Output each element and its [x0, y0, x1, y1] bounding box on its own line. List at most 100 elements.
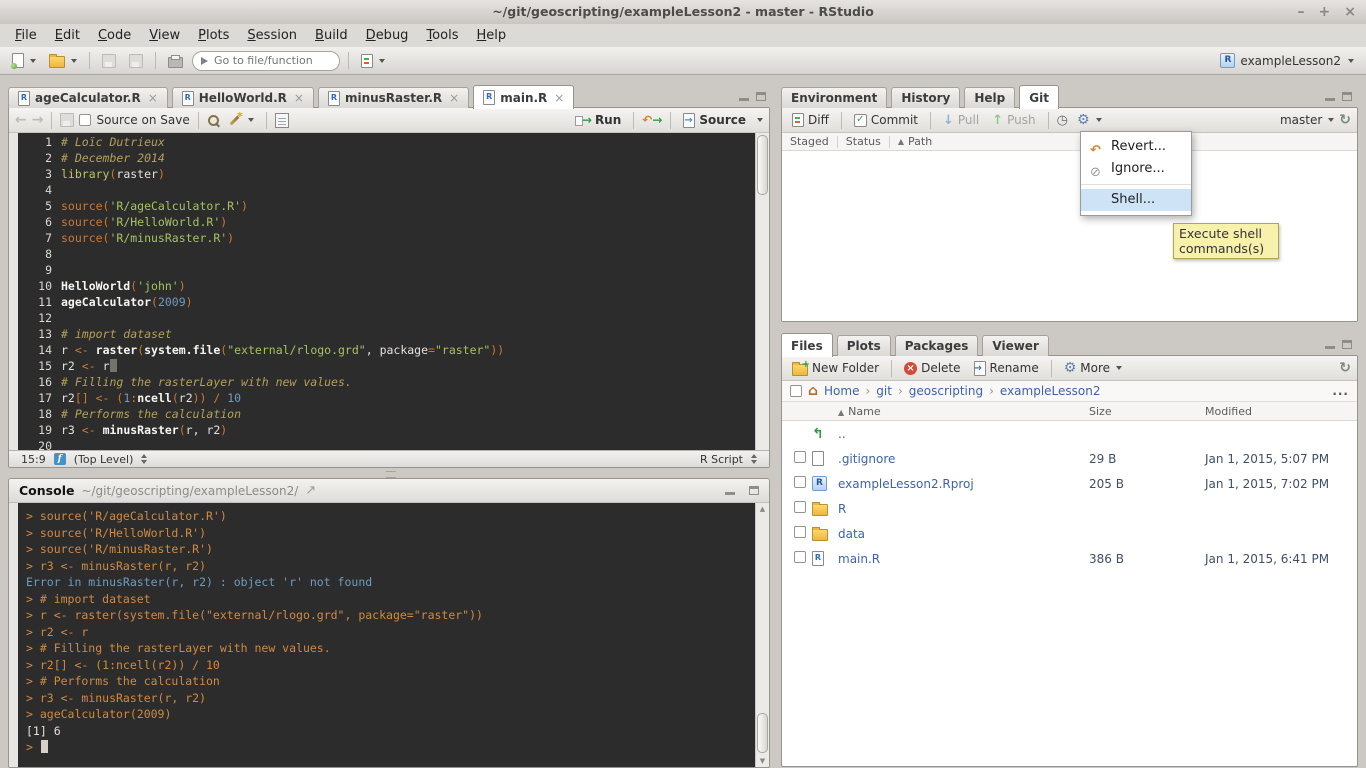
code-line-4[interactable] [61, 182, 769, 198]
close-button[interactable]: × [1344, 5, 1356, 19]
file-name-link[interactable]: data [838, 527, 1089, 541]
select-all-checkbox[interactable] [790, 385, 802, 397]
menu-item-revert[interactable]: ↶ Revert... [1081, 136, 1191, 158]
branch-selector[interactable]: master [1280, 113, 1335, 127]
breadcrumb-home[interactable]: Home [824, 384, 859, 398]
menu-file[interactable]: File [6, 28, 46, 43]
tab-environment[interactable]: Environment [781, 87, 888, 108]
file-row-exampleLesson2-Rproj[interactable]: exampleLesson2.Rproj205 B Jan 1, 2015, 7:… [782, 471, 1357, 496]
code-line-15[interactable]: r2 <- r [61, 358, 769, 374]
code-line-3[interactable]: library(raster) [61, 166, 769, 182]
tab-git[interactable]: Git [1019, 85, 1059, 109]
menu-item-shell[interactable]: Shell... [1081, 189, 1191, 211]
print-button[interactable] [164, 52, 187, 70]
code-line-16[interactable]: # Filling the rasterLayer with new value… [61, 374, 769, 390]
file-name-link[interactable]: .. [838, 427, 1089, 441]
code-line-2[interactable]: # December 2014 [61, 150, 769, 166]
scope-selector-icon[interactable] [141, 454, 148, 464]
source-on-save-checkbox[interactable] [79, 114, 92, 126]
save-button[interactable] [98, 52, 120, 70]
go-to-directory-button[interactable]: ... [1332, 384, 1349, 398]
tab-files[interactable]: Files [781, 333, 833, 357]
code-area[interactable]: 1 2 3 4 5 6 7 8 9 10 11 12 13 14 15 16 17 18 19 20 # Loïc D… [9, 133, 769, 450]
history-icon[interactable]: ◷ [1057, 114, 1068, 127]
menu-build[interactable]: Build [306, 28, 357, 43]
open-file-button[interactable] [45, 51, 81, 70]
file-checkbox[interactable] [794, 551, 806, 563]
find-icon[interactable] [207, 114, 220, 127]
tab-helloworld-r[interactable]: HelloWorld.R × [171, 87, 314, 108]
chevron-down-icon[interactable] [757, 118, 763, 122]
git-more-button[interactable]: ⚙ [1073, 111, 1106, 129]
minimize-pane-icon[interactable] [1325, 340, 1335, 349]
code-line-20[interactable] [61, 438, 769, 450]
menu-help[interactable]: Help [467, 28, 515, 43]
minimize-button[interactable]: – [1298, 5, 1305, 19]
file-row-data[interactable]: data [782, 521, 1357, 546]
diff-button[interactable]: Diff [788, 111, 833, 129]
maximize-pane-icon[interactable] [749, 486, 759, 495]
menu-debug[interactable]: Debug [357, 28, 418, 43]
rerun-icon[interactable]: ↶ [642, 113, 662, 127]
back-icon[interactable]: ← [15, 112, 27, 128]
maximize-button[interactable]: + [1319, 5, 1331, 19]
goto-file-input[interactable] [212, 53, 331, 68]
maximize-pane-icon[interactable] [1342, 92, 1352, 101]
push-button[interactable]: ↑ Push [988, 111, 1039, 130]
code-line-9[interactable] [61, 262, 769, 278]
close-tab-icon[interactable]: × [554, 91, 564, 105]
code-tools-button[interactable] [225, 110, 258, 129]
tab-agecalculator-r[interactable]: ageCalculator.R × [8, 87, 168, 108]
menu-session[interactable]: Session [238, 28, 306, 43]
scope-label[interactable]: (Top Level) [74, 453, 134, 466]
pull-button[interactable]: ↓ Pull [939, 111, 983, 130]
compile-notebook-icon[interactable] [274, 112, 289, 128]
menu-tools[interactable]: Tools [417, 28, 467, 43]
file-name-link[interactable]: .gitignore [838, 452, 1089, 466]
code-line-10[interactable]: HelloWorld('john') [61, 278, 769, 294]
file-row-main-R[interactable]: main.R386 B Jan 1, 2015, 6:41 PM [782, 546, 1357, 571]
column-path[interactable]: Path [908, 135, 932, 148]
file-checkbox[interactable] [794, 501, 806, 513]
file-row-R[interactable]: R [782, 496, 1357, 521]
rename-button[interactable]: Rename [970, 359, 1043, 378]
column-name[interactable]: Name [848, 405, 880, 418]
file-checkbox[interactable] [794, 526, 806, 538]
tab-plots[interactable]: Plots [836, 335, 891, 356]
more-button[interactable]: ⚙ More [1060, 359, 1126, 377]
open-in-window-icon[interactable]: ↗ [305, 483, 316, 498]
menu-plots[interactable]: Plots [189, 28, 238, 43]
delete-button[interactable]: Delete [900, 359, 964, 377]
tab-main-r[interactable]: main.R × [473, 85, 575, 109]
refresh-icon[interactable]: ↻ [1339, 361, 1351, 375]
source-button[interactable]: Source [679, 111, 750, 130]
home-icon[interactable]: ⌂ [808, 384, 818, 398]
close-tab-icon[interactable]: × [148, 91, 158, 105]
minimize-pane-icon[interactable] [1325, 92, 1335, 101]
console-scrollbar[interactable]: ▲ ▼ [755, 503, 769, 767]
tab-packages[interactable]: Packages [894, 335, 979, 356]
maximize-pane-icon[interactable] [1342, 340, 1352, 349]
tab-minusraster-r[interactable]: minusRaster.R × [317, 87, 470, 108]
new-folder-button[interactable]: New Folder [788, 359, 883, 378]
forward-icon[interactable]: → [32, 112, 44, 128]
menu-edit[interactable]: Edit [46, 28, 89, 43]
project-menu-button[interactable]: exampleLesson2 [1220, 53, 1358, 68]
file-row--gitignore[interactable]: .gitignore 29 B Jan 1, 2015, 5:07 PM [782, 446, 1357, 471]
console-body[interactable]: > source('R/ageCalculator.R') > source('R… [9, 503, 769, 767]
editor-scrollbar[interactable] [755, 133, 769, 450]
minimize-pane-icon[interactable] [725, 486, 735, 495]
code-line-12[interactable] [61, 310, 769, 326]
tab-viewer[interactable]: Viewer [982, 335, 1049, 356]
menu-item-ignore[interactable]: ⊘ Ignore... [1081, 158, 1191, 180]
minimize-pane-icon[interactable] [739, 92, 749, 101]
code-line-14[interactable]: r <- raster(system.file("external/rlogo.… [61, 342, 769, 358]
code-line-11[interactable]: ageCalculator(2009) [61, 294, 769, 310]
menu-view[interactable]: View [140, 28, 189, 43]
maximize-pane-icon[interactable] [756, 92, 766, 101]
breadcrumb-geoscripting[interactable]: geoscripting [909, 384, 983, 398]
new-file-button[interactable] [8, 51, 40, 70]
code-line-5[interactable]: source('R/ageCalculator.R') [61, 198, 769, 214]
column-modified[interactable]: Modified [1205, 405, 1357, 418]
menu-code[interactable]: Code [89, 28, 140, 43]
